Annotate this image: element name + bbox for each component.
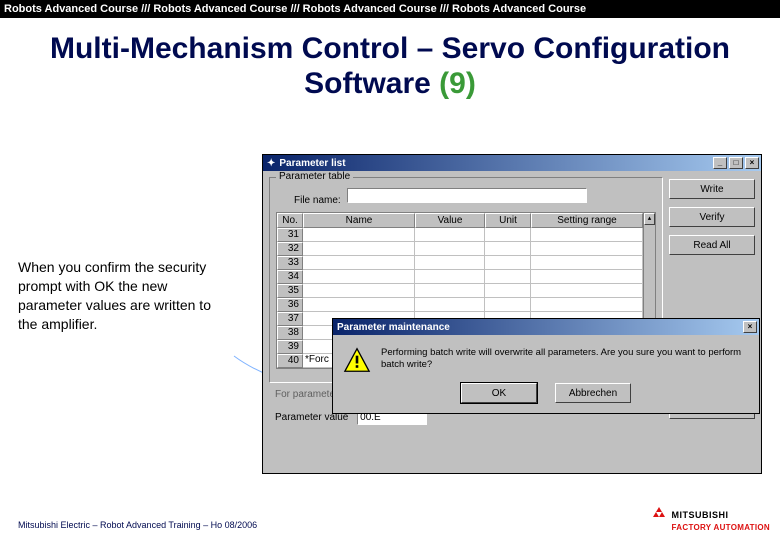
table-row[interactable]: 33 bbox=[277, 256, 303, 270]
brand-name: MITSUBISHI bbox=[672, 510, 729, 520]
course-header: Robots Advanced Course /// Robots Advanc… bbox=[0, 0, 780, 18]
col-range[interactable]: Setting range bbox=[531, 213, 643, 228]
table-row[interactable]: 36 bbox=[277, 298, 303, 312]
param-for-label: For parameter bbox=[275, 389, 338, 400]
minimize-button[interactable]: _ bbox=[713, 157, 727, 169]
dialog-close-button[interactable]: × bbox=[743, 321, 757, 333]
write-button[interactable]: Write bbox=[669, 179, 755, 199]
read-all-button[interactable]: Read All bbox=[669, 235, 755, 255]
table-row[interactable]: 38 bbox=[277, 326, 303, 340]
window-titlebar[interactable]: ✦ Parameter list _ □ × bbox=[263, 155, 761, 171]
slide-title: Multi-Mechanism Control – Servo Configur… bbox=[8, 32, 772, 101]
table-row[interactable]: 40 bbox=[277, 354, 303, 368]
slide-title-number: (9) bbox=[439, 67, 476, 100]
close-button[interactable]: × bbox=[745, 157, 759, 169]
warning-icon bbox=[343, 347, 371, 373]
table-row[interactable]: 32 bbox=[277, 242, 303, 256]
parameter-list-window: ✦ Parameter list _ □ × Parameter table F… bbox=[262, 154, 762, 474]
file-name-field[interactable] bbox=[347, 188, 587, 203]
col-unit[interactable]: Unit bbox=[485, 213, 531, 228]
slide-description: When you confirm the security prompt wit… bbox=[18, 258, 228, 334]
col-no[interactable]: No. bbox=[277, 213, 303, 228]
mitsubishi-icon bbox=[650, 507, 668, 523]
group-legend: Parameter table bbox=[276, 171, 353, 182]
table-row[interactable]: 31 bbox=[277, 228, 303, 242]
brand-sub: FACTORY AUTOMATION bbox=[672, 523, 770, 532]
file-name-label: File name: bbox=[294, 195, 341, 206]
col-value[interactable]: Value bbox=[415, 213, 485, 228]
confirm-dialog: Parameter maintenance × Performing batch… bbox=[332, 318, 760, 414]
table-row[interactable]: 35 bbox=[277, 284, 303, 298]
slide-footer: Mitsubishi Electric – Robot Advanced Tra… bbox=[18, 520, 257, 530]
col-name[interactable]: Name bbox=[303, 213, 415, 228]
brand-logo: MITSUBISHI FACTORY AUTOMATION bbox=[650, 507, 770, 532]
ok-button[interactable]: OK bbox=[461, 383, 537, 403]
table-row[interactable]: 37 bbox=[277, 312, 303, 326]
window-title: Parameter list bbox=[279, 158, 345, 169]
verify-button[interactable]: Verify bbox=[669, 207, 755, 227]
slide-title-main: Multi-Mechanism Control – Servo Configur… bbox=[50, 32, 730, 100]
maximize-button[interactable]: □ bbox=[729, 157, 743, 169]
scroll-up-icon[interactable]: ▴ bbox=[644, 213, 655, 225]
app-icon: ✦ bbox=[267, 158, 275, 169]
dialog-message: Performing batch write will overwrite al… bbox=[381, 347, 749, 372]
dialog-titlebar[interactable]: Parameter maintenance × bbox=[333, 319, 759, 335]
dialog-title: Parameter maintenance bbox=[337, 322, 450, 333]
table-row[interactable]: 39 bbox=[277, 340, 303, 354]
cancel-button[interactable]: Abbrechen bbox=[555, 383, 631, 403]
table-row[interactable]: 34 bbox=[277, 270, 303, 284]
